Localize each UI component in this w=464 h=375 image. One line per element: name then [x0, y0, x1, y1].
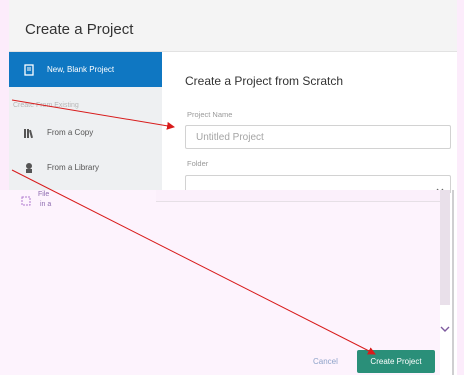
- divider: [452, 190, 454, 375]
- file-icon: [21, 193, 31, 211]
- sidebar-item-new-blank-project[interactable]: New, Blank Project: [9, 52, 162, 87]
- cancel-button[interactable]: Cancel: [313, 357, 338, 366]
- create-project-button[interactable]: Create Project: [357, 350, 435, 373]
- folder-label: Folder: [187, 159, 209, 168]
- scrollbar[interactable]: [440, 190, 450, 305]
- sidebar-item-label: File: [38, 191, 50, 198]
- sidebar-item-from-a-library[interactable]: From a Library: [9, 150, 162, 185]
- sidebar: New, Blank Project Create From Existing …: [9, 52, 162, 190]
- project-name-input[interactable]: Untitled Project: [185, 125, 451, 149]
- glitch-overlay: [0, 190, 440, 375]
- dialog-title: Create a Project: [25, 21, 134, 38]
- chevron-down-icon[interactable]: [440, 320, 450, 338]
- blank-project-icon: [21, 62, 37, 78]
- sidebar-item-label: From a Copy: [47, 128, 94, 137]
- glitch-band: [156, 190, 442, 202]
- books-icon: [21, 125, 37, 141]
- library-icon: [21, 160, 37, 176]
- project-name-label: Project Name: [187, 110, 233, 119]
- sidebar-item-label: New, Blank Project: [47, 65, 115, 74]
- sidebar-item-sublabel: in a: [40, 201, 52, 208]
- dialog-header: Create a Project: [9, 0, 457, 52]
- sidebar-section-label: Create From Existing: [13, 102, 79, 109]
- sidebar-item-label: From a Library: [47, 163, 100, 172]
- main-title: Create a Project from Scratch: [185, 74, 344, 88]
- sidebar-item-from-a-copy[interactable]: From a Copy: [9, 115, 162, 150]
